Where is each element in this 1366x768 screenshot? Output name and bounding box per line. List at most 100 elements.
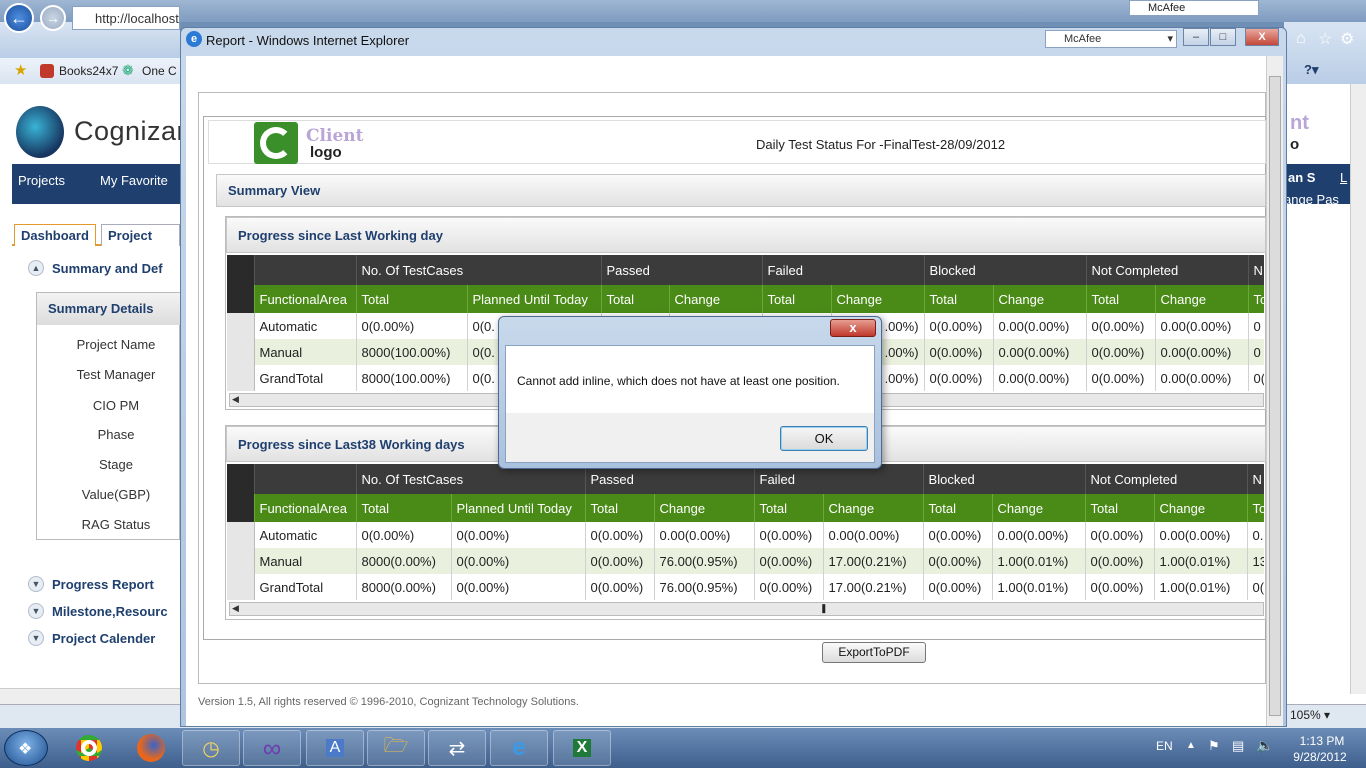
column-header[interactable]: To bbox=[1247, 494, 1264, 522]
column-header[interactable]: Total bbox=[762, 285, 832, 313]
accordion-project-calender[interactable]: ▼ Project Calender bbox=[28, 630, 155, 646]
tray-volume-icon[interactable]: 🔈 bbox=[1256, 737, 1273, 754]
cell: 0(0.00%) bbox=[1086, 339, 1156, 365]
menu-projects[interactable]: Projects bbox=[18, 173, 65, 188]
column-header[interactable]: Change bbox=[993, 285, 1087, 313]
column-header[interactable]: Total bbox=[356, 285, 468, 313]
taskbar-wordpad[interactable]: A bbox=[306, 730, 364, 766]
column-header[interactable]: Planned Until Today bbox=[451, 494, 586, 522]
menu-my-favorite[interactable]: My Favorite bbox=[100, 173, 168, 188]
back-button[interactable]: ← bbox=[4, 3, 34, 33]
favorites-star-icon[interactable]: ★ bbox=[14, 61, 27, 79]
address-bar[interactable]: http://localhost bbox=[72, 6, 180, 30]
column-header[interactable]: Change bbox=[831, 285, 925, 313]
row-selector[interactable] bbox=[227, 548, 255, 574]
favorites-bar: ★ Books24x7 ❁ One C bbox=[0, 58, 180, 84]
cell: 0(0.00%) bbox=[451, 548, 586, 574]
taskbar-outlook[interactable]: ◷ bbox=[182, 730, 240, 766]
tools-gear-icon[interactable]: ⚙ bbox=[1340, 29, 1354, 49]
column-header[interactable]: Total bbox=[923, 494, 993, 522]
taskbar-chrome[interactable] bbox=[60, 730, 118, 766]
background-vertical-scrollbar[interactable] bbox=[1350, 84, 1366, 694]
grid1-title: Progress since Last Working day bbox=[226, 217, 1266, 253]
change-password-link[interactable]: ange Pas bbox=[1284, 192, 1339, 207]
column-header[interactable]: FunctionalArea bbox=[254, 494, 357, 522]
favorite-link-onec[interactable]: One C bbox=[142, 64, 177, 78]
cell: 1.00(0.01%) bbox=[992, 548, 1086, 574]
minimize-button[interactable]: ‒ bbox=[1183, 28, 1209, 46]
export-to-pdf-button[interactable]: ExportToPDF bbox=[822, 642, 926, 663]
column-header[interactable]: FunctionalArea bbox=[254, 285, 357, 313]
forward-button[interactable]: → bbox=[40, 5, 66, 31]
column-header[interactable]: To bbox=[1248, 285, 1264, 313]
home-icon[interactable]: ⌂ bbox=[1296, 30, 1306, 48]
mcafee-box[interactable]: McAfee ▾ bbox=[1045, 30, 1177, 48]
tray-flag-icon[interactable]: ⚑ bbox=[1208, 738, 1220, 754]
column-header[interactable]: Change bbox=[654, 494, 755, 522]
column-header[interactable]: Change bbox=[1155, 285, 1249, 313]
column-header[interactable]: Total bbox=[356, 494, 452, 522]
zoom-level[interactable]: 105% ▾ bbox=[1290, 708, 1330, 722]
table-row[interactable]: GrandTotal 8000(0.00%) 0(0.00%) 0(0.00%)… bbox=[227, 574, 1264, 600]
row-selector[interactable] bbox=[227, 313, 255, 339]
clock-time[interactable]: 1:13 PM bbox=[1294, 734, 1350, 748]
column-header[interactable]: Total bbox=[924, 285, 994, 313]
group-header: Not Completed bbox=[1085, 464, 1248, 494]
window-close-button[interactable]: X bbox=[1245, 28, 1279, 46]
report-vertical-scrollbar[interactable] bbox=[1266, 56, 1283, 726]
column-header[interactable]: Change bbox=[1154, 494, 1248, 522]
column-header[interactable]: Planned Until Today bbox=[467, 285, 602, 313]
tray-language[interactable]: EN bbox=[1156, 739, 1173, 753]
column-header[interactable]: Total bbox=[754, 494, 824, 522]
tab-project-performance[interactable]: Project Per bbox=[101, 224, 180, 246]
taskbar-firefox[interactable] bbox=[122, 730, 180, 766]
scroll-left-icon[interactable]: ◀ bbox=[232, 394, 239, 405]
row-selector[interactable] bbox=[227, 339, 255, 365]
maximize-button[interactable]: □ bbox=[1210, 28, 1236, 46]
dialog-close-button[interactable]: x bbox=[830, 319, 876, 337]
grid2-horizontal-scrollbar[interactable]: ◀ ❚ bbox=[229, 602, 1264, 616]
help-icon[interactable]: ?▾ bbox=[1304, 62, 1318, 78]
tab-dashboard[interactable]: Dashboard bbox=[14, 224, 96, 246]
background-mcafee-box[interactable]: McAfee bbox=[1129, 0, 1259, 16]
select-all-cell[interactable] bbox=[227, 285, 255, 313]
row-selector[interactable] bbox=[227, 365, 255, 391]
cell: 0.00(0.00%) bbox=[993, 365, 1087, 391]
group-header bbox=[254, 255, 357, 285]
table-row[interactable]: Manual 8000(0.00%) 0(0.00%) 0(0.00%) 76.… bbox=[227, 548, 1264, 574]
field-value-gbp: Value(GBP) bbox=[81, 487, 151, 502]
accordion-progress-report[interactable]: ▼ Progress Report bbox=[28, 576, 154, 592]
taskbar-excel[interactable]: X bbox=[553, 730, 611, 766]
tray-network-icon[interactable]: ▤ bbox=[1232, 738, 1244, 754]
scroll-grip-icon[interactable]: ❚ bbox=[820, 603, 828, 614]
row-selector[interactable] bbox=[227, 522, 255, 548]
bg-logo-fragment: nt bbox=[1290, 112, 1309, 134]
table-row[interactable]: Automatic 0(0.00%) 0(0.00%) 0(0.00%) 0.0… bbox=[227, 522, 1264, 548]
taskbar-remote[interactable]: ⇄ bbox=[428, 730, 486, 766]
cell: 0(0.00%) bbox=[1085, 522, 1155, 548]
select-all-cell[interactable] bbox=[227, 494, 255, 522]
favorites-icon[interactable]: ☆ bbox=[1318, 29, 1332, 49]
row-selector[interactable] bbox=[227, 574, 255, 600]
logout-link[interactable]: L bbox=[1340, 170, 1347, 185]
accordion-milestone-resource[interactable]: ▼ Milestone,Resourc bbox=[28, 603, 168, 619]
column-header[interactable]: Total bbox=[1085, 494, 1155, 522]
favorite-link-books24x7[interactable]: Books24x7 bbox=[59, 64, 118, 78]
scroll-left-icon[interactable]: ◀ bbox=[232, 603, 239, 614]
clock-date[interactable]: 9/28/2012 bbox=[1286, 750, 1354, 764]
column-header[interactable]: Change bbox=[823, 494, 924, 522]
column-header[interactable]: Total bbox=[1086, 285, 1156, 313]
start-button[interactable]: ❖ bbox=[4, 730, 48, 766]
dialog-ok-button[interactable]: OK bbox=[780, 426, 868, 451]
taskbar-internet-explorer[interactable]: e bbox=[490, 730, 548, 766]
accordion-summary-and-definition[interactable]: ▲ Summary and Def bbox=[28, 260, 163, 276]
scroll-thumb[interactable] bbox=[1269, 76, 1281, 716]
taskbar-explorer[interactable]: 🗁 bbox=[367, 730, 425, 766]
tray-expand-icon[interactable]: ▲ bbox=[1186, 740, 1196, 751]
taskbar-visual-studio[interactable]: ∞ bbox=[243, 730, 301, 766]
column-header[interactable]: Change bbox=[669, 285, 763, 313]
cell: 0(0.00%) bbox=[923, 574, 993, 600]
column-header[interactable]: Total bbox=[585, 494, 655, 522]
column-header[interactable]: Total bbox=[601, 285, 670, 313]
column-header[interactable]: Change bbox=[992, 494, 1086, 522]
